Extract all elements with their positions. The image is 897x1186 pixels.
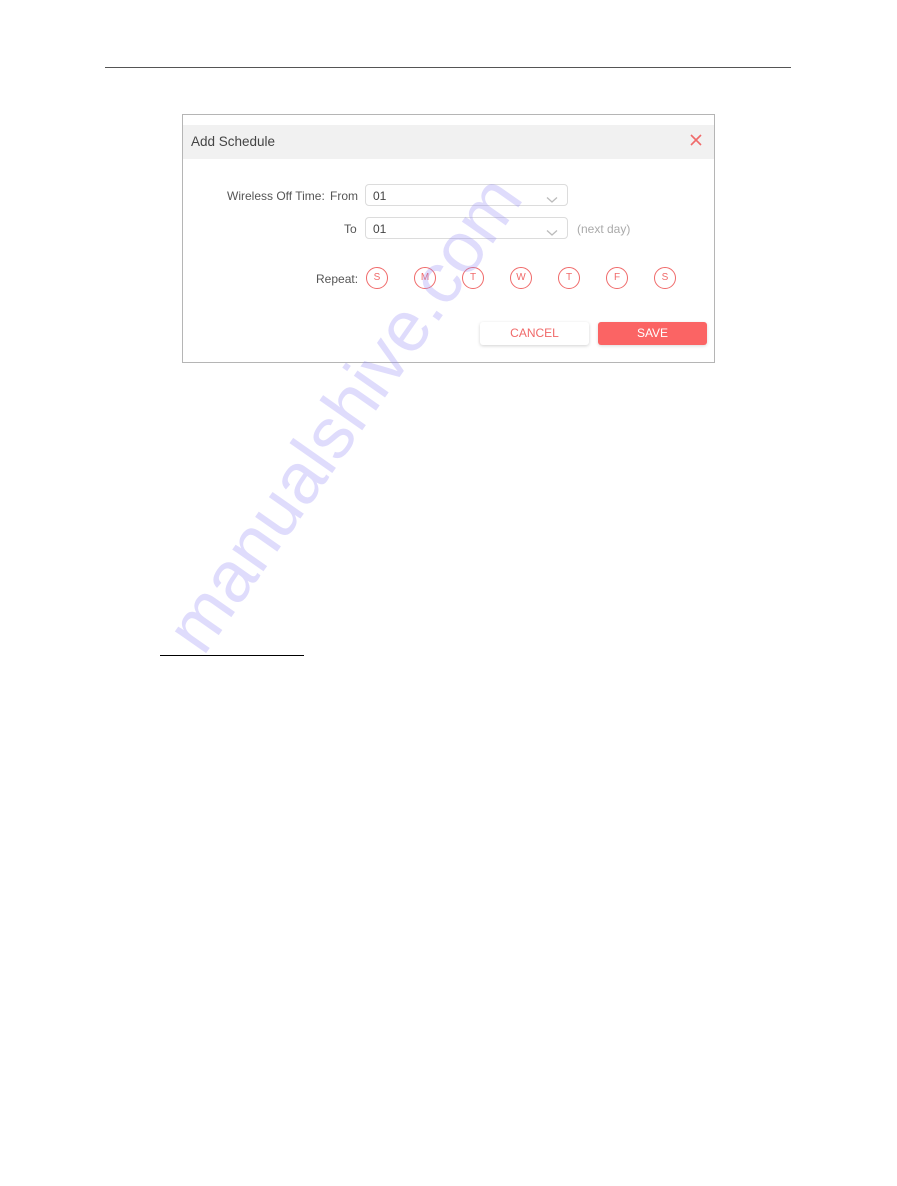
from-select[interactable]: 01 [365, 184, 568, 206]
to-select[interactable]: 01 [365, 217, 568, 239]
day-toggle-wednesday[interactable]: W [510, 267, 532, 289]
dialog-header: Add Schedule [183, 125, 714, 159]
to-label: To [344, 222, 357, 236]
wireless-off-time-label: Wireless Off Time: [227, 189, 325, 203]
day-toggle-monday[interactable]: M [414, 267, 436, 289]
from-select-value: 01 [373, 189, 387, 203]
close-icon[interactable] [688, 132, 704, 148]
day-toggle-thursday[interactable]: T [558, 267, 580, 289]
day-toggle-saturday[interactable]: S [654, 267, 676, 289]
chevron-down-icon [546, 191, 558, 203]
page-header-rule [105, 67, 791, 68]
to-select-value: 01 [373, 222, 387, 236]
save-button[interactable]: SAVE [598, 322, 707, 345]
from-label: From [330, 189, 358, 203]
day-toggle-sunday[interactable]: S [366, 267, 388, 289]
repeat-label: Repeat: [316, 272, 359, 286]
next-day-hint: (next day) [577, 222, 631, 236]
day-toggle-tuesday[interactable]: T [462, 267, 484, 289]
section-heading-underline [160, 655, 304, 656]
chevron-down-icon [546, 224, 558, 236]
dialog-title: Add Schedule [191, 134, 276, 149]
cancel-button[interactable]: CANCEL [480, 322, 589, 345]
day-toggle-friday[interactable]: F [606, 267, 628, 289]
add-schedule-dialog: Add Schedule Wireless Off Time: From 01 … [182, 114, 715, 363]
